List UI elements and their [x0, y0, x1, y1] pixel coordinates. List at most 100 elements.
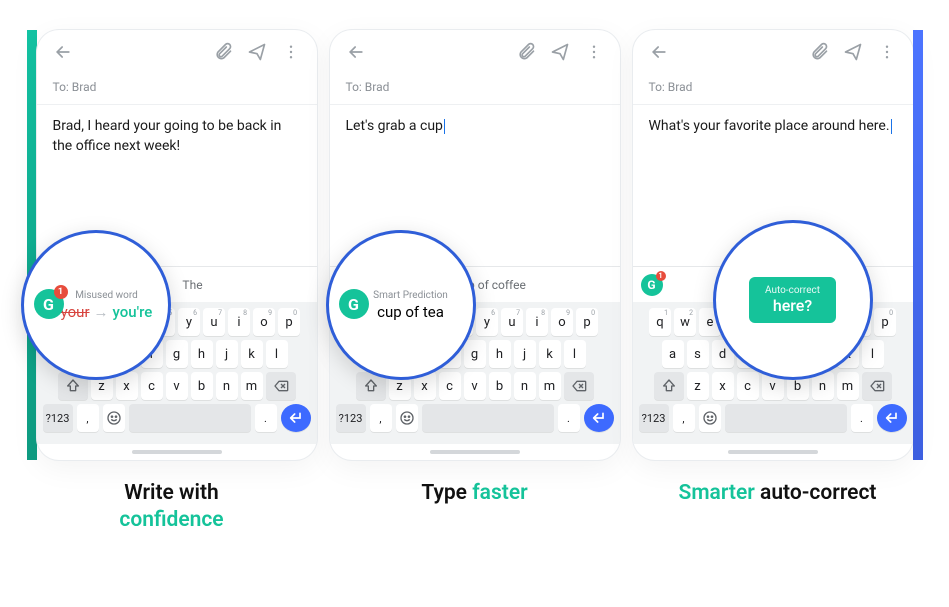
- magnifier-lens: G Smart Prediction cup of tea: [326, 230, 476, 380]
- key-v[interactable]: v: [166, 372, 188, 400]
- key-k[interactable]: k: [241, 340, 263, 368]
- to-field[interactable]: To: Brad: [330, 74, 620, 105]
- key-l[interactable]: l: [266, 340, 288, 368]
- key-a[interactable]: a: [662, 340, 684, 368]
- key-u[interactable]: 7u: [203, 308, 225, 336]
- key-i[interactable]: 8i: [228, 308, 250, 336]
- home-indicator: [37, 444, 317, 460]
- key-backspace[interactable]: [862, 372, 892, 400]
- message-body[interactable]: What's your favorite place around here.: [633, 105, 913, 185]
- key-enter[interactable]: [584, 404, 614, 432]
- key-m[interactable]: m: [241, 372, 263, 400]
- key-u[interactable]: 7u: [501, 308, 523, 336]
- message-body[interactable]: Let's grab a cup: [330, 105, 620, 185]
- key-g[interactable]: g: [464, 340, 486, 368]
- key-k[interactable]: k: [539, 340, 561, 368]
- key-comma[interactable]: ,: [370, 404, 392, 432]
- key-emoji[interactable]: [396, 404, 418, 432]
- attach-icon[interactable]: [211, 40, 235, 64]
- key-backspace[interactable]: [564, 372, 594, 400]
- key-h[interactable]: h: [191, 340, 213, 368]
- more-icon[interactable]: [875, 40, 899, 64]
- send-icon[interactable]: [548, 40, 572, 64]
- to-field[interactable]: To: Brad: [37, 74, 317, 105]
- key-enter[interactable]: [281, 404, 311, 432]
- key-l[interactable]: l: [862, 340, 884, 368]
- attach-icon[interactable]: [514, 40, 538, 64]
- key-y[interactable]: 6y: [178, 308, 200, 336]
- key-m[interactable]: m: [539, 372, 561, 400]
- key-v[interactable]: v: [464, 372, 486, 400]
- app-toolbar: [37, 30, 317, 74]
- text-cursor: [891, 119, 892, 134]
- key-symbols[interactable]: ?123: [639, 404, 669, 432]
- key-n[interactable]: n: [514, 372, 536, 400]
- more-icon[interactable]: [279, 40, 303, 64]
- key-space[interactable]: [129, 404, 251, 432]
- key-comma[interactable]: ,: [673, 404, 695, 432]
- key-i[interactable]: 8i: [526, 308, 548, 336]
- key-period[interactable]: .: [851, 404, 873, 432]
- key-o[interactable]: 9o: [551, 308, 573, 336]
- key-h[interactable]: h: [489, 340, 511, 368]
- key-q[interactable]: 1q: [649, 308, 671, 336]
- lens-suggestion[interactable]: your→you're: [61, 303, 153, 321]
- key-n[interactable]: n: [216, 372, 238, 400]
- key-c[interactable]: c: [439, 372, 461, 400]
- notification-badge: 1: [656, 271, 666, 281]
- caption-1: Write with confidence: [27, 480, 317, 535]
- grammarly-icon: G: [339, 289, 369, 319]
- key-enter[interactable]: [877, 404, 907, 432]
- back-icon[interactable]: [647, 40, 671, 64]
- key-symbols[interactable]: ?123: [336, 404, 366, 432]
- app-toolbar: [633, 30, 913, 74]
- accent-bar: [27, 30, 37, 460]
- key-b[interactable]: b: [489, 372, 511, 400]
- send-icon[interactable]: [245, 40, 269, 64]
- key-period[interactable]: .: [255, 404, 277, 432]
- key-y[interactable]: 6y: [476, 308, 498, 336]
- phone-panel-3: To: Brad What's your favorite place arou…: [633, 30, 923, 460]
- phone-panel-2: To: Brad Let's grab a cup G cup of coffe…: [330, 30, 620, 460]
- back-icon[interactable]: [51, 40, 75, 64]
- key-p[interactable]: 0p: [576, 308, 598, 336]
- key-b[interactable]: b: [191, 372, 213, 400]
- grammarly-icon[interactable]: G1: [641, 274, 663, 296]
- key-o[interactable]: 9o: [253, 308, 275, 336]
- key-backspace[interactable]: [266, 372, 296, 400]
- send-icon[interactable]: [841, 40, 865, 64]
- key-z[interactable]: z: [687, 372, 709, 400]
- key-period[interactable]: .: [558, 404, 580, 432]
- key-space[interactable]: [422, 404, 554, 432]
- lens-label: Smart Prediction: [373, 290, 448, 301]
- attach-icon[interactable]: [807, 40, 831, 64]
- message-body[interactable]: Brad, I heard your going to be back in t…: [37, 105, 317, 185]
- key-m[interactable]: m: [837, 372, 859, 400]
- key-space[interactable]: [725, 404, 847, 432]
- to-field[interactable]: To: Brad: [633, 74, 913, 105]
- more-icon[interactable]: [582, 40, 606, 64]
- key-symbols[interactable]: ?123: [43, 404, 73, 432]
- text-cursor: [444, 119, 445, 134]
- key-emoji[interactable]: [103, 404, 125, 432]
- key-s[interactable]: s: [687, 340, 709, 368]
- phone-panel-1: To: Brad Brad, I heard your going to be …: [27, 30, 317, 460]
- key-p[interactable]: 0p: [874, 308, 896, 336]
- key-j[interactable]: j: [514, 340, 536, 368]
- key-x[interactable]: x: [712, 372, 734, 400]
- key-c[interactable]: c: [737, 372, 759, 400]
- caption-3: Smarter auto-correct: [633, 480, 923, 535]
- key-c[interactable]: c: [141, 372, 163, 400]
- lens-prediction[interactable]: cup of tea: [377, 303, 444, 321]
- key-w[interactable]: 2w: [674, 308, 696, 336]
- key-g[interactable]: g: [166, 340, 188, 368]
- autocorrect-chip[interactable]: Auto-correct here?: [749, 277, 836, 323]
- key-emoji[interactable]: [699, 404, 721, 432]
- key-p[interactable]: 0p: [278, 308, 300, 336]
- key-comma[interactable]: ,: [77, 404, 99, 432]
- key-shift[interactable]: [654, 372, 684, 400]
- notification-badge: 1: [54, 285, 68, 299]
- key-j[interactable]: j: [216, 340, 238, 368]
- back-icon[interactable]: [344, 40, 368, 64]
- key-l[interactable]: l: [564, 340, 586, 368]
